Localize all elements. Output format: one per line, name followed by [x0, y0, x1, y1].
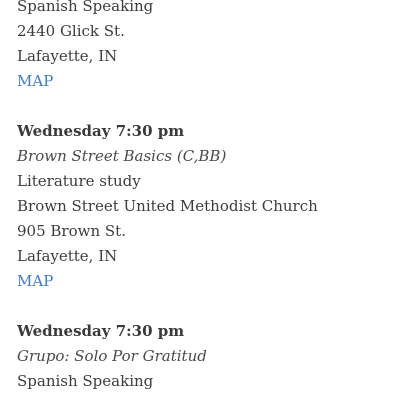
meeting-list: Spanish Speaking 2440 Glick St. Lafayett…	[17, 0, 397, 394]
meeting-street: 905 Brown St.	[17, 222, 126, 240]
entry-spacer	[17, 294, 397, 319]
meeting-entry: Spanish Speaking 2440 Glick St. Lafayett…	[17, 0, 397, 94]
meeting-group-name: Brown Street Basics (C,BB)	[17, 147, 227, 165]
meeting-city: Lafayette, IN	[17, 47, 118, 65]
map-link[interactable]: MAP	[17, 69, 397, 94]
meeting-entry: Wednesday 7:30 pm Brown Street Basics (C…	[17, 119, 397, 294]
map-link[interactable]: MAP	[17, 269, 397, 294]
meeting-entry: Wednesday 7:30 pm Grupo: Solo Por Gratit…	[17, 319, 397, 394]
entry-spacer	[17, 94, 397, 119]
meeting-city: Lafayette, IN	[17, 247, 118, 265]
meeting-venue: Brown Street United Methodist Church	[17, 197, 318, 215]
meeting-day-time: Wednesday 7:30 pm	[17, 322, 185, 340]
meeting-group-name: Grupo: Solo Por Gratitud	[17, 347, 207, 365]
meeting-type: Spanish Speaking	[17, 372, 154, 390]
meeting-day-time: Wednesday 7:30 pm	[17, 122, 185, 140]
meeting-format: Literature study	[17, 172, 141, 190]
meeting-street: 2440 Glick St.	[17, 22, 125, 40]
meeting-type: Spanish Speaking	[17, 0, 154, 15]
